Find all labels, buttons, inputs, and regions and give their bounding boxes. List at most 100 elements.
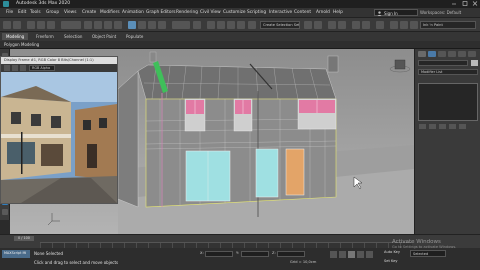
menu-group[interactable]: Group	[46, 10, 59, 15]
render-production-icon[interactable]	[410, 21, 418, 29]
select-object-icon[interactable]	[84, 21, 92, 29]
rendered-frame-window-icon[interactable]	[400, 21, 408, 29]
mirror-icon[interactable]	[304, 21, 312, 29]
set-key-button[interactable]: Set Key	[384, 259, 398, 263]
close-icon[interactable]	[472, 1, 478, 6]
menu-views[interactable]: Views	[64, 10, 76, 15]
isolate-icon[interactable]	[2, 209, 8, 215]
redo-icon[interactable]	[13, 21, 21, 29]
schematic-view-icon[interactable]	[362, 21, 370, 29]
modifier-list-dropdown[interactable]: Modifier List	[418, 69, 478, 75]
channel-dropdown[interactable]: RGB Alpha	[29, 65, 55, 71]
menu-file[interactable]: File	[6, 10, 13, 15]
menu-edit[interactable]: Edit	[18, 10, 26, 15]
undo-icon[interactable]	[3, 21, 11, 29]
tab-object-paint[interactable]: Object Paint	[88, 33, 120, 40]
menu-arnold[interactable]: Arnold	[316, 10, 330, 15]
reference-coordinate-dropdown[interactable]	[172, 21, 190, 29]
create-tab-icon[interactable]	[418, 51, 426, 57]
clone-window-icon[interactable]	[20, 65, 26, 71]
menu-interactive[interactable]: Interactive	[269, 10, 292, 15]
menu-civil-view[interactable]: Civil View	[200, 10, 221, 15]
go-to-start-icon[interactable]	[330, 251, 337, 258]
link-icon[interactable]	[27, 21, 35, 29]
object-color-swatch[interactable]	[471, 60, 478, 66]
angle-snap-icon[interactable]	[217, 21, 225, 29]
z-coordinate-field[interactable]	[277, 251, 305, 257]
menu-graph-editors[interactable]: Graph Editors	[146, 10, 176, 15]
status-bar: MAXScript Mi None Selected Click and dra…	[0, 239, 480, 270]
select-move-icon[interactable]	[128, 21, 136, 29]
utilities-tab-icon[interactable]	[468, 51, 476, 57]
rendered-frame-window[interactable]: Display Frame #1, RGB Color 8 Bits/Chann…	[0, 56, 118, 204]
pivot-center-icon[interactable]	[193, 21, 201, 29]
y-coordinate-field[interactable]	[241, 251, 269, 257]
pin-stack-icon[interactable]	[419, 124, 426, 129]
save-image-icon[interactable]	[4, 65, 10, 71]
maxscript-listener[interactable]: MAXScript Mi	[2, 250, 30, 258]
layer-explorer-icon[interactable]	[338, 21, 346, 29]
bind-space-warp-icon[interactable]	[47, 21, 55, 29]
selection-filter-dropdown[interactable]	[61, 21, 81, 29]
tab-modeling[interactable]: Modeling	[2, 33, 29, 40]
next-frame-icon[interactable]	[357, 251, 364, 258]
menu-customize[interactable]: Customize	[223, 10, 246, 15]
scene-explorer-icon[interactable]	[328, 21, 336, 29]
modify-tab-icon[interactable]	[428, 51, 436, 57]
percent-snap-icon[interactable]	[227, 21, 235, 29]
motion-tab-icon[interactable]	[448, 51, 456, 57]
play-icon[interactable]	[348, 251, 355, 258]
key-filter-dropdown[interactable]: Selected	[410, 250, 446, 257]
copy-image-icon[interactable]	[12, 65, 18, 71]
make-unique-icon[interactable]	[439, 124, 446, 129]
hierarchy-tab-icon[interactable]	[438, 51, 446, 57]
menu-rendering[interactable]: Rendering	[176, 10, 198, 15]
object-name-field[interactable]	[418, 60, 468, 66]
tab-populate[interactable]: Populate	[122, 33, 147, 40]
menu-help[interactable]: Help	[333, 10, 343, 15]
select-scale-icon[interactable]	[148, 21, 156, 29]
x-label: X:	[200, 251, 204, 255]
window-crossing-icon[interactable]	[114, 21, 122, 29]
show-end-result-icon[interactable]	[429, 124, 436, 129]
menu-tools[interactable]: Tools	[30, 10, 41, 15]
minimize-icon[interactable]	[451, 1, 457, 6]
select-by-name-icon[interactable]	[94, 21, 102, 29]
unlink-icon[interactable]	[37, 21, 45, 29]
polygon-modeling-label[interactable]: Polygon Modeling	[4, 42, 39, 47]
select-rotate-icon[interactable]	[138, 21, 146, 29]
configure-sets-icon[interactable]	[459, 124, 466, 129]
prompt-line: Click and drag to select and move object…	[34, 260, 119, 265]
main-toolbar: Create Selection Set Ink 'n Paint	[0, 18, 480, 32]
menu-content[interactable]: Content	[294, 10, 311, 15]
rectangular-selection-icon[interactable]	[104, 21, 112, 29]
go-to-end-icon[interactable]	[366, 251, 373, 258]
x-coordinate-field[interactable]	[205, 251, 233, 257]
menu-modifiers[interactable]: Modifiers	[100, 10, 120, 15]
material-editor-icon[interactable]	[376, 21, 384, 29]
tab-freeform[interactable]: Freeform	[32, 33, 58, 40]
rendered-frame-title[interactable]: Display Frame #1, RGB Color 8 Bits/Chann…	[1, 57, 117, 64]
menu-animation[interactable]: Animation	[122, 10, 144, 15]
menu-scripting[interactable]: Scripting	[247, 10, 266, 15]
edit-named-selection-icon[interactable]	[248, 21, 256, 29]
time-slider[interactable]: 0 / 100	[14, 236, 34, 241]
previous-frame-icon[interactable]	[339, 251, 346, 258]
menu-create[interactable]: Create	[82, 10, 96, 15]
maximize-icon[interactable]	[462, 1, 468, 6]
select-place-icon[interactable]	[158, 21, 166, 29]
align-icon[interactable]	[314, 21, 322, 29]
named-selection-set-field[interactable]: Create Selection Set	[260, 21, 300, 29]
snaps-toggle-icon[interactable]	[207, 21, 215, 29]
workspaces-selector[interactable]: Workspaces: Default	[420, 10, 461, 15]
curve-editor-icon[interactable]	[352, 21, 360, 29]
remove-modifier-icon[interactable]	[449, 124, 456, 129]
spinner-snap-icon[interactable]	[237, 21, 245, 29]
render-setup-icon[interactable]	[390, 21, 398, 29]
display-tab-icon[interactable]	[458, 51, 466, 57]
modifier-stack[interactable]	[418, 83, 478, 121]
auto-key-button[interactable]: Auto Key	[384, 250, 400, 254]
tab-selection[interactable]: Selection	[60, 33, 86, 40]
render-preset-field[interactable]: Ink 'n Paint	[420, 21, 476, 29]
sign-in-button[interactable]: Sign In	[374, 9, 418, 16]
